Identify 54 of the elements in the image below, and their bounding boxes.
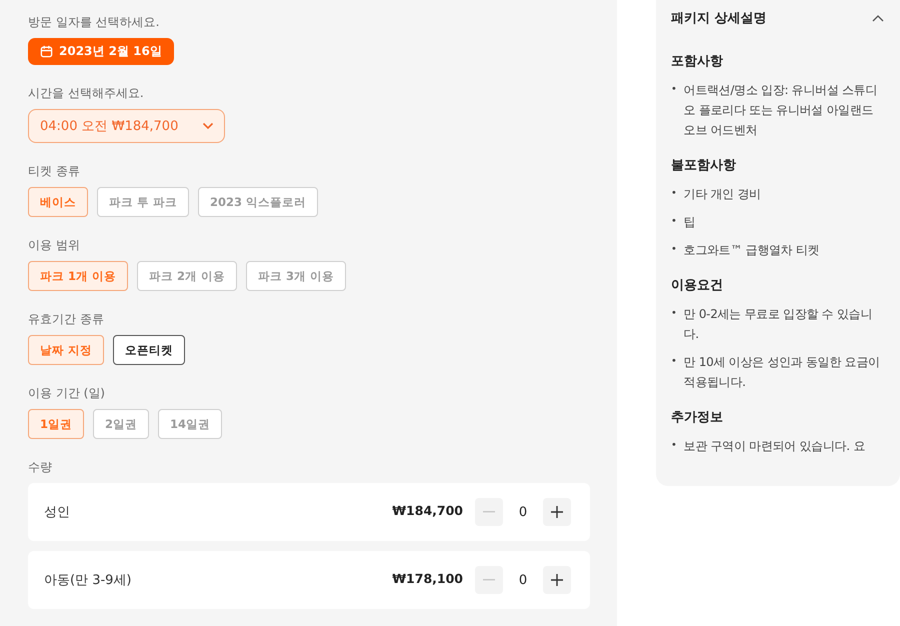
minus-icon xyxy=(483,511,495,513)
section-heading: 이용요건 xyxy=(671,277,723,294)
time-select[interactable]: 04:00 오전 ₩184,700 xyxy=(28,109,225,143)
list-item: 호그와트™ 급행열차 티켓 xyxy=(684,242,820,259)
option-button[interactable]: 오픈티켓 xyxy=(113,335,186,365)
ticket-price: ₩178,100 xyxy=(392,570,463,586)
chevron-up-icon xyxy=(872,14,884,22)
plus-icon xyxy=(551,574,563,586)
list-item: 만 10세 이상은 성인과 동일한 요금이 적용됩니다. xyxy=(684,354,881,391)
section-heading: 불포함사항 xyxy=(671,157,736,174)
option-button[interactable]: 2023 익스플로러 xyxy=(198,187,318,217)
calendar-icon xyxy=(40,45,53,58)
panel-title: 패키지 상세설명 xyxy=(671,10,767,27)
option-button[interactable]: 파크 3개 이용 xyxy=(246,261,346,291)
quantity-value: 0 xyxy=(518,504,528,520)
ticket-type-label: 성인 xyxy=(44,504,71,521)
field-label: 방문 일자를 선택하세요. xyxy=(28,14,160,30)
option-button[interactable]: 파크 투 파크 xyxy=(97,187,190,217)
chevron-down-icon xyxy=(202,122,214,130)
bullet-marker: • xyxy=(671,243,677,257)
section-heading: 추가정보 xyxy=(671,409,723,426)
bullet-marker: • xyxy=(671,355,677,369)
field-label: 유효기간 종류 xyxy=(28,311,104,327)
list-item: 만 0-2세는 무료로 입장할 수 있습니다. xyxy=(684,306,873,343)
option-button[interactable]: 2일권 xyxy=(93,409,150,439)
plus-icon xyxy=(551,506,563,518)
field-label: 티켓 종류 xyxy=(28,163,80,179)
option-button[interactable]: 파크 2개 이용 xyxy=(137,261,238,291)
option-button[interactable]: 1일권 xyxy=(28,409,84,439)
field-label: 시간을 선택해주세요. xyxy=(28,85,144,101)
field-label: 이용 범위 xyxy=(28,237,80,253)
ticket-price: ₩184,700 xyxy=(392,502,463,518)
option-button[interactable]: 베이스 xyxy=(28,187,88,217)
bullet-marker: • xyxy=(671,307,677,321)
increase-button[interactable] xyxy=(543,498,571,526)
quantity-value: 0 xyxy=(518,572,528,588)
ticket-type-label: 아동(만 3-9세) xyxy=(44,572,133,589)
field-label: 수량 xyxy=(28,459,52,475)
option-button[interactable]: 날짜 지정 xyxy=(28,335,104,365)
list-item: 어트랙션/명소 입장: 유니버설 스튜디오 플로리다 또는 유니버설 아일랜드 오브 어드벤처 xyxy=(684,82,878,139)
section-heading: 포함사항 xyxy=(671,53,723,70)
list-item: 팁 xyxy=(684,214,696,231)
list-item: 기타 개인 경비 xyxy=(684,186,762,203)
bullet-marker: • xyxy=(671,215,677,229)
bullet-marker: • xyxy=(671,83,677,97)
option-button[interactable]: 파크 1개 이용 xyxy=(28,261,128,291)
date-button[interactable]: 2023년 2월 16일 xyxy=(28,38,174,65)
bullet-marker: • xyxy=(671,187,677,201)
list-item: 보관 구역이 마련되어 있습니다. 요 xyxy=(684,438,866,455)
option-button[interactable]: 14일권 xyxy=(158,409,222,439)
minus-icon xyxy=(483,579,495,581)
field-label: 이용 기간 (일) xyxy=(28,385,105,401)
bullet-marker: • xyxy=(671,439,677,453)
increase-button[interactable] xyxy=(543,566,571,594)
